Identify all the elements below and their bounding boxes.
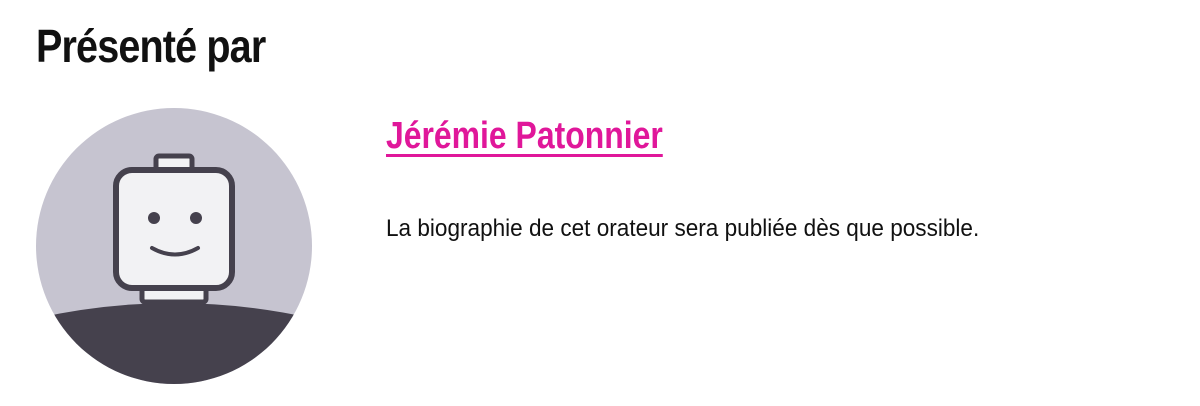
section-title: Présenté par [36, 20, 266, 72]
default-avatar-icon [36, 108, 312, 384]
speaker-name-link[interactable]: Jérémie Patonnier [386, 108, 663, 164]
speaker-info: Jérémie Patonnier La biographie de cet o… [386, 108, 1186, 246]
speaker-bio: La biographie de cet orateur sera publié… [386, 215, 980, 242]
speaker-avatar [36, 108, 312, 384]
